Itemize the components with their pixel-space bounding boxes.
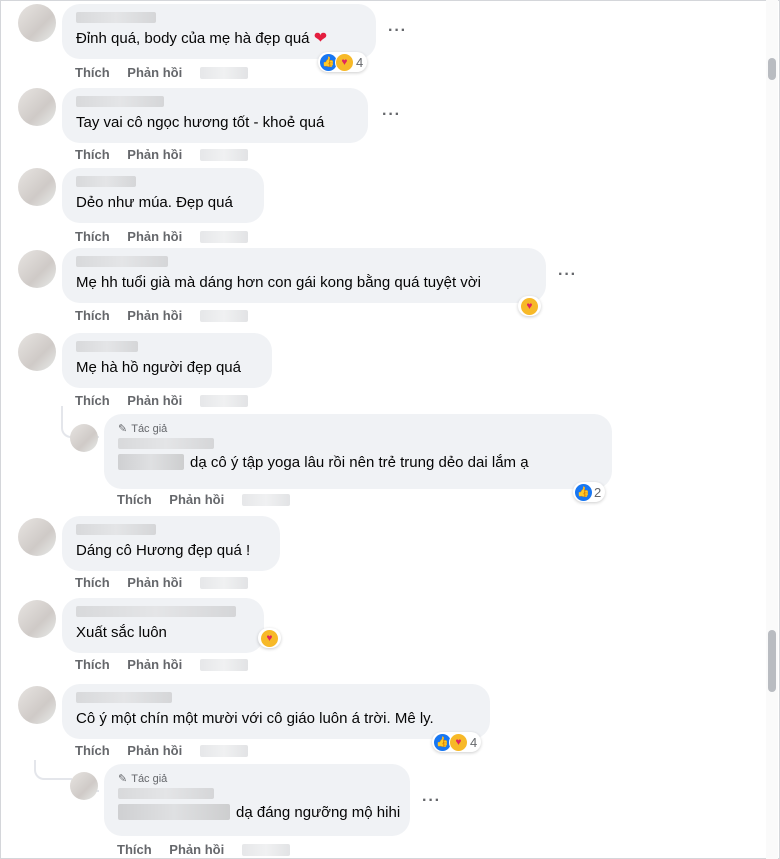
comment-text: dạ cô ý tập yoga lâu rồi nên trẻ trung d…: [190, 454, 529, 471]
thread-connector: [61, 406, 71, 438]
blurred-author-name: [118, 438, 214, 449]
avatar[interactable]: [18, 250, 56, 288]
like-button[interactable]: Thích: [117, 492, 152, 507]
like-button[interactable]: Thích: [75, 65, 110, 80]
comment-bubble: Đỉnh quá, body của mẹ hà đẹp quá ❤: [62, 4, 376, 59]
reply-button[interactable]: Phản hồi: [127, 65, 182, 80]
thread-connector: [34, 760, 72, 780]
blurred-timestamp: [241, 494, 290, 506]
blurred-timestamp: [199, 577, 248, 589]
comment-bubble: Cô ý một chín một mười với cô giáo luôn …: [62, 684, 490, 739]
like-button[interactable]: Thích: [75, 575, 110, 590]
avatar[interactable]: [18, 518, 56, 556]
blurred-commenter-name: [76, 524, 156, 535]
comment-text: Tay vai cô ngọc hương tốt - khoẻ quá: [76, 114, 325, 131]
blurred-commenter-name: [76, 256, 168, 267]
like-button[interactable]: Thích: [75, 393, 110, 408]
like-button[interactable]: Thích: [75, 657, 110, 672]
comment-bubble: Dẻo như múa. Đẹp quá: [62, 168, 264, 223]
blurred-commenter-name: [76, 692, 172, 703]
blurred-commenter-name: [76, 96, 164, 107]
comment-text: Đỉnh quá, body của mẹ hà đẹp quá: [76, 30, 310, 47]
reaction-count[interactable]: ♥: [518, 296, 541, 316]
author-avatar[interactable]: [70, 772, 98, 800]
blurred-timestamp: [199, 149, 248, 161]
blurred-commenter-name: [76, 606, 236, 617]
scroll-thumb[interactable]: [768, 630, 776, 692]
care-reaction-icon: ♥: [449, 732, 468, 752]
like-button[interactable]: Thích: [75, 743, 110, 758]
blurred-timestamp: [199, 67, 248, 79]
more-options-icon[interactable]: ···: [382, 106, 401, 124]
heart-emoji-icon: ❤: [313, 30, 328, 47]
blurred-timestamp: [199, 310, 248, 322]
reply-button[interactable]: Phản hồi: [127, 393, 182, 408]
avatar[interactable]: [18, 333, 56, 371]
reaction-number: 4: [470, 734, 478, 750]
comment-bubble: Mẹ hà hồ người đẹp quá: [62, 333, 272, 388]
blurred-timestamp: [199, 745, 248, 757]
blurred-mention: [118, 804, 230, 820]
author-badge: ✎ Tác giả: [118, 772, 168, 786]
more-options-icon[interactable]: ···: [388, 22, 407, 40]
comment-bubble: ✎ Tác giả dạ cô ý tập yoga lâu rồi nên t…: [104, 414, 612, 489]
more-options-icon[interactable]: ···: [422, 792, 441, 810]
reaction-number: 2: [594, 484, 602, 500]
blurred-timestamp: [241, 844, 290, 856]
care-reaction-icon: ♥: [520, 296, 539, 316]
reply-button[interactable]: Phản hồi: [127, 657, 182, 672]
blurred-timestamp: [199, 395, 248, 407]
avatar[interactable]: [18, 686, 56, 724]
reaction-count[interactable]: ♥: [258, 628, 281, 648]
avatar[interactable]: [18, 168, 56, 206]
blurred-commenter-name: [76, 341, 138, 352]
more-options-icon[interactable]: ···: [558, 266, 577, 284]
comment-text: dạ đáng ngưỡng mộ hihi: [236, 804, 401, 821]
comment-text: Cô ý một chín một mười với cô giáo luôn …: [76, 710, 434, 727]
scroll-thumb-top[interactable]: [768, 58, 776, 80]
comment-text: Dẻo như múa. Đẹp quá: [76, 194, 233, 211]
blurred-mention: [118, 454, 184, 470]
blurred-commenter-name: [76, 176, 136, 187]
avatar[interactable]: [18, 4, 56, 42]
reaction-number: 4: [356, 54, 364, 70]
like-button[interactable]: Thích: [75, 229, 110, 244]
care-reaction-icon: ♥: [335, 52, 354, 72]
comment-bubble: Xuất sắc luôn: [62, 598, 264, 653]
comment-text: Mẹ hà hồ người đẹp quá: [76, 359, 241, 376]
author-badge: ✎ Tác giả: [118, 422, 168, 436]
like-button[interactable]: Thích: [117, 842, 152, 857]
like-button[interactable]: Thích: [75, 308, 110, 323]
reply-button[interactable]: Phản hồi: [127, 308, 182, 323]
reaction-count[interactable]: 👍 2: [573, 482, 606, 502]
pencil-icon: ✎: [118, 773, 128, 785]
scrollbar[interactable]: [766, 0, 778, 859]
reply-button[interactable]: Phản hồi: [127, 229, 182, 244]
blurred-timestamp: [199, 231, 248, 243]
pencil-icon: ✎: [118, 423, 128, 435]
reaction-count[interactable]: 👍 ♥ 4: [432, 732, 482, 752]
reaction-count[interactable]: 👍 ♥ 4: [318, 52, 368, 72]
reply-button[interactable]: Phản hồi: [127, 743, 182, 758]
comment-bubble: Dáng cô Hương đẹp quá !: [62, 516, 280, 571]
reply-button[interactable]: Phản hồi: [169, 492, 224, 507]
like-button[interactable]: Thích: [75, 147, 110, 162]
comment-text: Xuất sắc luôn: [76, 624, 167, 641]
reply-button[interactable]: Phản hồi: [127, 575, 182, 590]
care-reaction-icon: ♥: [260, 628, 279, 648]
comment-text: Mẹ hh tuổi già mà dáng hơn con gái kong …: [76, 274, 481, 291]
blurred-timestamp: [199, 659, 248, 671]
reply-button[interactable]: Phản hồi: [127, 147, 182, 162]
comment-bubble: ✎ Tác giả dạ đáng ngưỡng mộ hihi: [104, 764, 410, 836]
comment-text: Dáng cô Hương đẹp quá !: [76, 542, 251, 559]
avatar[interactable]: [18, 88, 56, 126]
like-reaction-icon: 👍: [575, 483, 592, 501]
blurred-commenter-name: [76, 12, 156, 23]
author-avatar[interactable]: [70, 424, 98, 452]
reply-button[interactable]: Phản hồi: [169, 842, 224, 857]
comment-bubble: Mẹ hh tuổi già mà dáng hơn con gái kong …: [62, 248, 546, 303]
avatar[interactable]: [18, 600, 56, 638]
comment-bubble: Tay vai cô ngọc hương tốt - khoẻ quá: [62, 88, 368, 143]
blurred-author-name: [118, 788, 214, 799]
